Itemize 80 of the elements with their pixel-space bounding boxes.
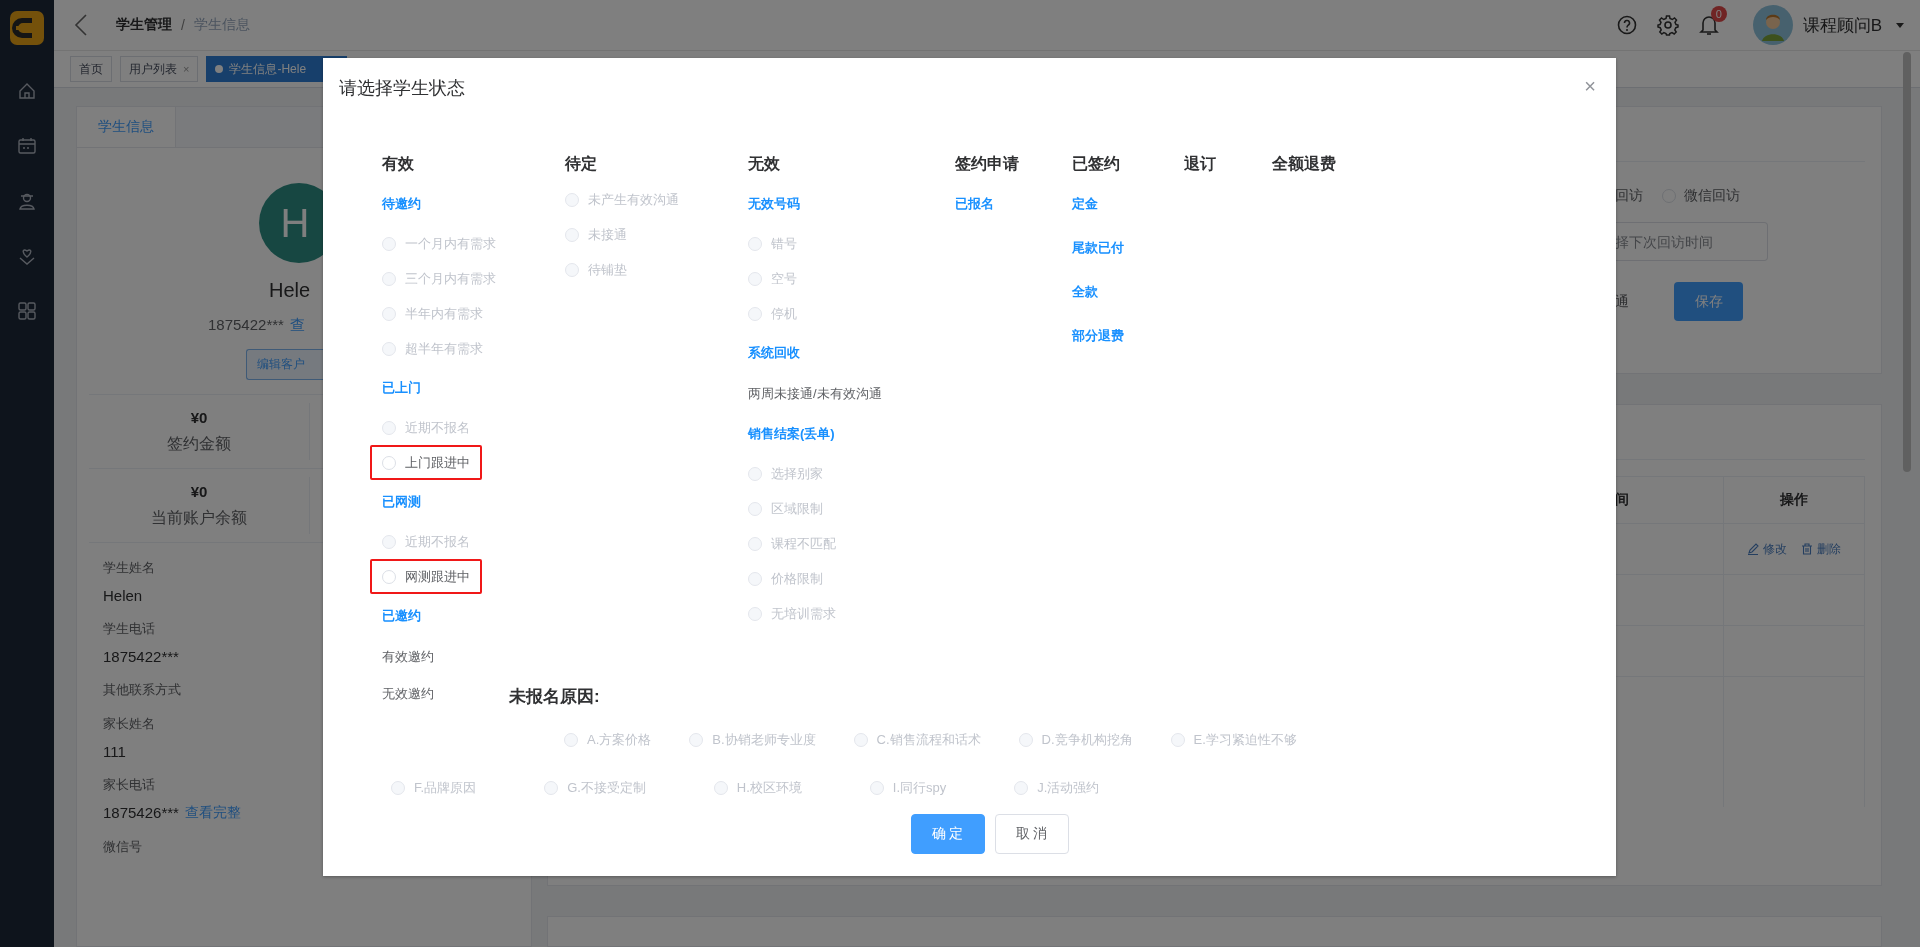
scrollbar-thumb[interactable] <box>1903 52 1911 472</box>
trash-icon <box>1801 543 1814 555</box>
stat-label: 当前账户余额 <box>151 507 247 528</box>
group-label: 尾款已付 <box>1072 239 1124 257</box>
status-label: 通 <box>1615 292 1629 311</box>
field-label: 家长姓名 <box>103 715 155 733</box>
field-value: Helen <box>103 587 143 604</box>
group-label: 已邀约 <box>382 607 421 625</box>
radio-button[interactable] <box>382 455 396 470</box>
radio-option[interactable]: 上门跟进中 <box>370 445 482 480</box>
status-option[interactable]: 无效邀约 <box>382 675 434 712</box>
group-label: 全款 <box>1072 283 1098 301</box>
category-heading: 有效 <box>382 154 414 174</box>
option-label: 回访 <box>1615 187 1643 205</box>
panel-tab[interactable]: 学生信息 <box>77 107 176 147</box>
group-label: 部分退费 <box>1072 327 1124 345</box>
cancel-button[interactable]: 取 消 <box>994 814 1069 854</box>
phone-number: 1875422*** <box>208 316 284 335</box>
edit-customer-button[interactable]: 编辑客户 <box>246 349 324 380</box>
help-icon[interactable] <box>1616 15 1637 35</box>
page-tab[interactable]: 用户列表 × <box>120 56 199 82</box>
stat-label: 签约金额 <box>167 433 231 454</box>
field-label: 其他联系方式 <box>103 681 181 699</box>
edit-link[interactable]: 修改 <box>1747 540 1788 558</box>
person-icon[interactable] <box>17 191 37 211</box>
close-icon[interactable]: × <box>183 63 190 75</box>
category-heading: 签约申请 <box>955 154 1019 174</box>
settings-icon[interactable] <box>1656 14 1679 36</box>
group-label: 已网测 <box>382 493 421 511</box>
breadcrumb-separator: / <box>181 17 185 33</box>
column-header: 操作 <box>1723 477 1865 523</box>
save-button[interactable]: 保存 <box>1674 282 1743 321</box>
group-label: 定金 <box>1072 195 1098 213</box>
breadcrumb-item[interactable]: 学生管理 <box>116 16 172 34</box>
heart-hand-icon[interactable] <box>17 246 37 266</box>
status-option[interactable]: 有效邀约 <box>382 638 434 675</box>
caret-icon[interactable] <box>1896 22 1904 28</box>
category-heading: 已签约 <box>1072 154 1120 174</box>
confirm-button[interactable]: 确 定 <box>910 814 985 854</box>
notification-badge: 0 <box>1710 6 1727 22</box>
category-heading: 待定 <box>565 154 597 174</box>
view-full-link[interactable]: 查看完整 <box>184 804 241 822</box>
category-heading: 无效 <box>748 154 780 174</box>
close-button[interactable]: × <box>1580 76 1600 96</box>
group-label: 无效号码 <box>748 195 800 213</box>
field-value: 1875422*** <box>103 648 179 665</box>
stat-value: ¥0 <box>190 482 208 500</box>
radio-option[interactable]: 微信回访 <box>1662 187 1740 205</box>
group-label: 已报名 <box>955 195 994 213</box>
field-label: 微信号 <box>103 838 142 856</box>
group-label: 已上门 <box>382 379 421 397</box>
field-value: 1875426*** <box>103 804 179 822</box>
home-icon[interactable] <box>17 81 37 101</box>
delete-link[interactable]: 删除 <box>1801 540 1842 558</box>
field-value: 111 <box>103 743 126 760</box>
column-header: 间 <box>1615 490 1630 509</box>
group-label: 待邀约 <box>382 195 421 213</box>
user-name[interactable]: 课程顾问B <box>1802 13 1882 37</box>
view-link[interactable]: 查 <box>289 316 305 335</box>
field-label: 家长电话 <box>103 776 155 794</box>
reasons-heading: 未报名原因: <box>509 686 600 708</box>
group-label: 销售结案(丢单) <box>748 425 835 443</box>
radio-option[interactable]: 网测跟进中 <box>370 559 482 594</box>
group-label: 系统回收 <box>748 344 800 362</box>
logo-icon[interactable] <box>10 11 44 45</box>
avatar-letter: H <box>280 200 310 246</box>
category-heading: 退订 <box>1184 154 1216 174</box>
page-tab[interactable]: 首页 <box>70 56 112 82</box>
radio-button[interactable] <box>382 569 396 584</box>
grid-icon[interactable] <box>17 301 37 321</box>
student-name: Hele <box>269 279 311 302</box>
field-label: 学生电话 <box>103 620 155 638</box>
field-label: 学生姓名 <box>103 559 155 577</box>
status-option[interactable]: 两周未接通/未有效沟通 <box>748 375 882 412</box>
pencil-icon <box>1747 543 1760 555</box>
user-avatar-icon[interactable] <box>1752 5 1793 45</box>
back-icon[interactable] <box>74 13 88 37</box>
stat-value: ¥0 <box>190 408 208 426</box>
calendar-icon[interactable] <box>17 136 37 156</box>
category-heading: 全额退费 <box>1272 154 1336 174</box>
